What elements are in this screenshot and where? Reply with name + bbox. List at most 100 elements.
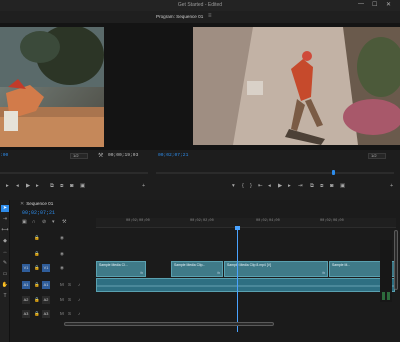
play-icon[interactable]: ▶ <box>278 183 282 189</box>
mic-icon[interactable]: ♪ <box>78 311 80 316</box>
selection-tool-icon[interactable]: ➤ <box>1 205 9 212</box>
mute-icon[interactable]: M <box>60 297 64 302</box>
fx-badge: fx <box>217 271 220 275</box>
clip-name: Sample Media Clip... <box>174 263 206 267</box>
track-header-a1: A1 🔒 A1 M S ♪ <box>20 281 96 291</box>
timeline-ruler[interactable]: 00;02;00;00 00;02;02;00 00;02;04;00 00;0… <box>96 218 396 228</box>
track-label-v1[interactable]: V1 <box>42 264 50 272</box>
mark-in-icon[interactable]: ▸ <box>6 183 9 189</box>
source-scrubber[interactable] <box>0 172 148 174</box>
audio-clip[interactable] <box>96 278 395 292</box>
source-zoom-select[interactable]: 1/2 <box>70 153 88 159</box>
step-forward-icon[interactable]: ▸ <box>288 183 291 189</box>
go-to-out-icon[interactable]: ⇥ <box>298 183 303 189</box>
timeline-timecode[interactable]: 00;02;07;21 <box>22 210 55 216</box>
title-bar: Get Started - Edited — ☐ ✕ <box>0 0 400 11</box>
go-to-in-icon[interactable]: ⇤ <box>258 183 263 189</box>
add-button-icon[interactable]: + <box>142 183 145 189</box>
ripple-edit-icon[interactable]: ⟷ <box>1 227 9 234</box>
panel-menu-icon[interactable]: ≡ <box>208 13 212 19</box>
step-forward-icon[interactable]: ▸ <box>36 183 39 189</box>
hand-icon[interactable]: ✋ <box>1 282 9 289</box>
tab-sequence-01[interactable]: ✕ Sequence 01 <box>20 201 53 209</box>
mark-out-icon[interactable]: } <box>250 183 252 189</box>
source-patch-a3[interactable]: A3 <box>22 310 30 318</box>
track-header-v1: V1 🔒 V1 ◉ <box>20 264 96 274</box>
tools-panel: ➤ ⇥ ⟷ ◆ ↔ ✎ ▭ ✋ T <box>0 200 10 342</box>
solo-icon[interactable]: S <box>68 282 71 287</box>
timeline-horizontal-scrollbar[interactable] <box>64 322 274 326</box>
mute-icon[interactable]: M <box>60 311 64 316</box>
program-zoom-select[interactable]: 1/2 <box>368 153 386 159</box>
maximize-icon[interactable]: ☐ <box>372 1 377 8</box>
lock-icon[interactable]: 🔒 <box>34 297 40 303</box>
source-patch-v1[interactable]: V1 <box>22 264 30 272</box>
program-scrubber[interactable] <box>156 170 394 175</box>
lock-icon[interactable]: 🔒 <box>34 311 40 317</box>
sequence-tab-label: Sequence 01 <box>26 201 54 206</box>
add-marker-icon[interactable]: ▾ <box>52 219 55 225</box>
solo-icon[interactable]: S <box>68 297 71 302</box>
video-clip[interactable]: Sample Media Clip 8.mp4 [V] fx <box>224 261 328 277</box>
eye-icon[interactable]: ◉ <box>60 265 64 271</box>
source-timecode-in[interactable]: :00 <box>0 153 8 158</box>
track-label-a3[interactable]: A3 <box>42 310 50 318</box>
step-back-icon[interactable]: ◂ <box>268 183 271 189</box>
video-clip[interactable]: Sample Media Cl... fx <box>96 261 146 277</box>
track-header-v2: 🔒 ◉ <box>20 250 96 260</box>
mute-icon[interactable]: M <box>60 282 64 287</box>
eye-icon[interactable]: ◉ <box>60 251 64 257</box>
type-icon[interactable]: T <box>1 293 9 300</box>
playhead-line[interactable] <box>237 228 238 332</box>
compare-icon[interactable]: ▣ <box>340 183 345 189</box>
timeline-vertical-scrollbar[interactable] <box>394 230 398 290</box>
linked-selection-icon[interactable]: ⊘ <box>42 219 46 225</box>
slip-icon[interactable]: ↔ <box>1 249 9 256</box>
track-header-a3: A3 🔒 A3 M S ♪ <box>20 310 96 320</box>
mark-in-icon[interactable]: { <box>242 183 244 189</box>
pen-icon[interactable]: ✎ <box>1 260 9 267</box>
lift-icon[interactable]: ⧉ <box>310 183 314 190</box>
lock-icon[interactable]: 🔒 <box>34 251 40 257</box>
program-transport-bar: ▾ { } ⇤ ◂ ▶ ▸ ⇥ ⧉ ⧈ ◙ ▣ + <box>150 180 400 194</box>
minimize-icon[interactable]: — <box>358 1 364 7</box>
video-clip[interactable]: Sample Media Clip... fx <box>171 261 223 277</box>
program-panel-header: Program: Sequence 01 ≡ <box>150 11 400 23</box>
nest-icon[interactable]: ▣ <box>22 219 27 225</box>
insert-icon[interactable]: ⧉ <box>50 183 54 190</box>
rectangle-icon[interactable]: ▭ <box>1 271 9 278</box>
mic-icon[interactable]: ♪ <box>78 297 80 302</box>
camera-icon[interactable]: ◙ <box>70 183 73 189</box>
razor-icon[interactable]: ◆ <box>1 238 9 245</box>
track-select-icon[interactable]: ⇥ <box>1 216 9 223</box>
mic-icon[interactable]: ♪ <box>78 282 80 287</box>
tab-program-monitor[interactable]: Program: Sequence 01 <box>156 14 203 19</box>
track-label-a2[interactable]: A2 <box>42 296 50 304</box>
marker-icon[interactable]: ▾ <box>232 183 235 189</box>
eye-icon[interactable]: ◉ <box>60 235 64 241</box>
clip-name: Sample M... <box>332 263 351 267</box>
lock-icon[interactable]: 🔒 <box>34 282 40 288</box>
button-editor-icon[interactable]: ▣ <box>80 183 85 189</box>
add-button-icon[interactable]: + <box>390 183 393 189</box>
source-patch-a2[interactable]: A2 <box>22 296 30 304</box>
source-transport-bar: ▸ ◂ ▶ ▸ ⧉ ⧈ ◙ ▣ + <box>0 180 150 194</box>
close-icon[interactable]: ✕ <box>386 1 391 8</box>
wrench-icon[interactable]: ⚒ <box>62 219 66 225</box>
source-video-image <box>0 27 104 147</box>
play-icon[interactable]: ▶ <box>26 183 30 189</box>
track-header-v3: 🔒 ◉ <box>20 234 96 244</box>
lock-icon[interactable]: 🔒 <box>34 235 40 241</box>
track-label-a1[interactable]: A1 <box>42 281 50 289</box>
snap-icon[interactable]: ∩ <box>32 219 36 225</box>
camera-icon[interactable]: ◙ <box>330 183 333 189</box>
overwrite-icon[interactable]: ⧈ <box>60 183 64 190</box>
solo-icon[interactable]: S <box>68 311 71 316</box>
program-timecode[interactable]: 00;02;07;21 <box>158 153 188 158</box>
program-playhead-marker[interactable] <box>332 170 335 175</box>
step-back-icon[interactable]: ◂ <box>16 183 19 189</box>
source-patch-a1[interactable]: A1 <box>22 281 30 289</box>
wrench-icon[interactable]: ⚒ <box>98 152 103 159</box>
extract-icon[interactable]: ⧈ <box>320 183 324 190</box>
lock-icon[interactable]: 🔒 <box>34 265 40 271</box>
